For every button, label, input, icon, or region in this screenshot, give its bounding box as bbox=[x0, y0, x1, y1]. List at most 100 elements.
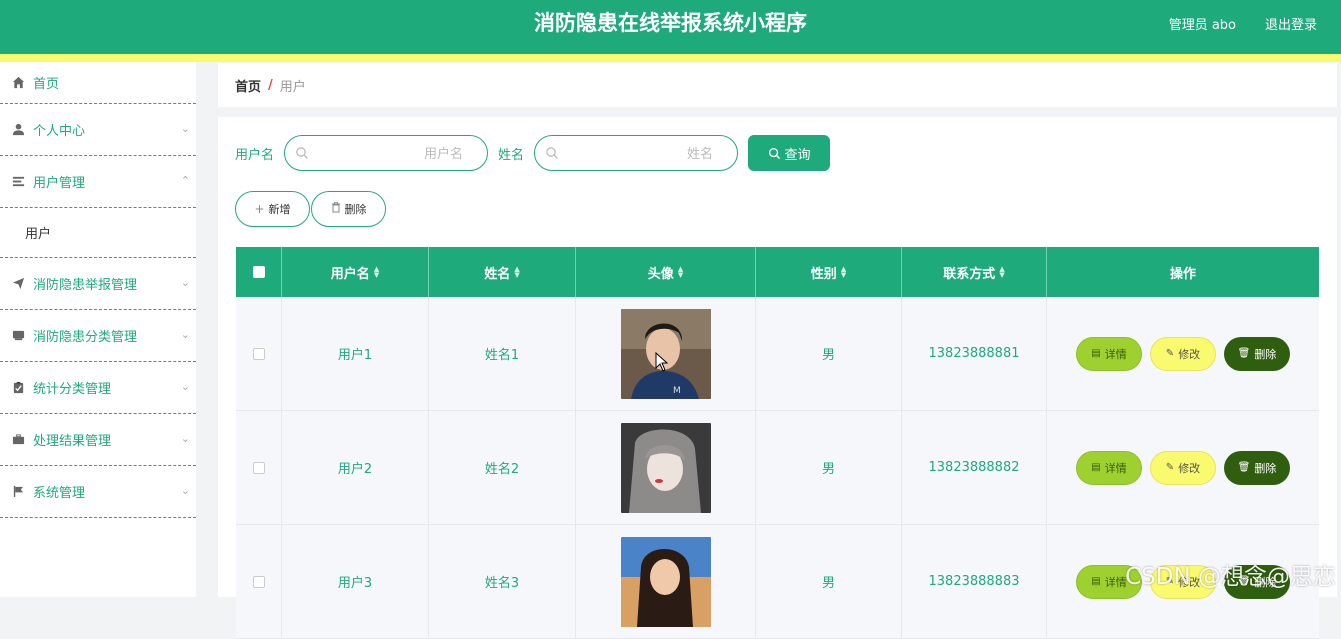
username-cell: 用户3 bbox=[282, 525, 429, 638]
phone-cell: 13823888883 bbox=[902, 525, 1047, 638]
sidebar-item-label: 统计分类管理 bbox=[33, 378, 111, 397]
edit-label: 修改 bbox=[1178, 460, 1200, 476]
column-title: 姓名 bbox=[484, 263, 510, 282]
table-row: 用户1 姓名1 M 男 13823888881 ▤ bbox=[236, 297, 1319, 411]
delete-button[interactable]: 🗑删除 bbox=[1224, 451, 1290, 485]
avatar bbox=[621, 537, 711, 627]
sidebar-item-label: 消防隐患举报管理 bbox=[33, 274, 137, 293]
add-button[interactable]: + 新增 bbox=[235, 191, 310, 227]
sidebar-subitem-users[interactable]: 用户 bbox=[0, 208, 196, 258]
edit-button[interactable]: ✎修改 bbox=[1150, 337, 1216, 371]
search-icon bbox=[295, 145, 309, 164]
phone-cell: 13823888881 bbox=[902, 297, 1047, 410]
name-search-label: 姓名 bbox=[498, 144, 524, 163]
breadcrumb-current: 用户 bbox=[280, 76, 306, 95]
column-header-contact[interactable]: 联系方式 ▲▼ bbox=[902, 247, 1047, 297]
actions-cell: ▤详情 ✎修改 🗑删除 bbox=[1047, 411, 1319, 524]
detail-label: 详情 bbox=[1105, 346, 1127, 362]
top-header: 消防隐患在线举报系统小程序 管理员 abo 退出登录 bbox=[0, 0, 1341, 54]
name-cell: 姓名3 bbox=[429, 525, 576, 638]
name-search-input[interactable] bbox=[565, 136, 713, 170]
breadcrumb-home[interactable]: 首页 bbox=[235, 76, 261, 95]
sidebar-item-hazard-category[interactable]: 消防隐患分类管理 ⌄ bbox=[0, 310, 196, 362]
watermark: CSDN @想念@思恋 bbox=[1125, 557, 1336, 591]
sidebar-item-system-management[interactable]: 系统管理 ⌄ bbox=[0, 466, 196, 518]
column-title: 用户名 bbox=[331, 263, 370, 282]
search-icon bbox=[768, 147, 781, 160]
detail-label: 详情 bbox=[1105, 460, 1127, 476]
column-header-gender[interactable]: 性别 ▲▼ bbox=[756, 247, 902, 297]
flag-icon bbox=[11, 485, 25, 499]
tray-icon bbox=[11, 329, 25, 343]
logout-link[interactable]: 退出登录 bbox=[1265, 14, 1317, 33]
table-row: 用户2 姓名2 男 13823888882 ▤详情 ✎ bbox=[236, 411, 1319, 525]
avatar-cell bbox=[576, 525, 756, 638]
row-select-cell bbox=[236, 411, 282, 524]
trash-icon: 🗑 bbox=[1238, 348, 1251, 359]
column-title: 头像 bbox=[648, 263, 674, 282]
sidebar-item-result-management[interactable]: 处理结果管理 ⌄ bbox=[0, 414, 196, 466]
row-checkbox[interactable] bbox=[253, 576, 265, 588]
actions-cell: ▤详情 ✎修改 🗑删除 bbox=[1047, 297, 1319, 410]
table-header: 用户名 ▲▼ 姓名 ▲▼ 头像 ▲▼ 性别 ▲▼ 联系方式 ▲▼ 操作 bbox=[236, 247, 1319, 297]
name-search-field bbox=[534, 135, 738, 171]
sidebar-item-home[interactable]: 首页 bbox=[0, 62, 196, 104]
breadcrumb-separator: / bbox=[268, 78, 273, 93]
svg-text:M: M bbox=[673, 386, 681, 396]
search-icon bbox=[545, 145, 559, 164]
chevron-down-icon: ⌄ bbox=[181, 484, 190, 497]
column-header-username[interactable]: 用户名 ▲▼ bbox=[282, 247, 429, 297]
sidebar: 首页 个人中心 ⌄ 用户管理 ⌃ 用户 消防隐患举报管理 ⌄ 消防隐患分类管理 … bbox=[0, 62, 196, 597]
query-button[interactable]: 查询 bbox=[748, 135, 830, 171]
trash-icon: 🗑 bbox=[1238, 462, 1251, 473]
sort-icon: ▲▼ bbox=[841, 266, 846, 278]
phone-cell: 13823888882 bbox=[902, 411, 1047, 524]
current-user: 管理员 abo bbox=[1169, 14, 1236, 33]
edit-label: 修改 bbox=[1178, 346, 1200, 362]
plus-icon: + bbox=[254, 202, 264, 216]
sidebar-item-statistics-category[interactable]: 统计分类管理 ⌄ bbox=[0, 362, 196, 414]
add-button-label: 新增 bbox=[269, 201, 291, 217]
name-cell: 姓名2 bbox=[429, 411, 576, 524]
avatar bbox=[621, 423, 711, 513]
mouse-cursor-icon bbox=[655, 352, 669, 376]
sidebar-item-user-management[interactable]: 用户管理 ⌃ bbox=[0, 156, 196, 208]
chevron-down-icon: ⌄ bbox=[181, 276, 190, 289]
column-header-avatar[interactable]: 头像 ▲▼ bbox=[576, 247, 756, 297]
detail-button[interactable]: ▤详情 bbox=[1076, 451, 1142, 485]
person-icon bbox=[11, 123, 25, 137]
breadcrumb: 首页 / 用户 bbox=[218, 63, 1337, 107]
sidebar-item-label: 系统管理 bbox=[33, 482, 85, 501]
sidebar-item-label: 首页 bbox=[33, 73, 59, 92]
chevron-down-icon: ⌄ bbox=[181, 122, 190, 135]
select-all-checkbox[interactable] bbox=[253, 266, 265, 278]
home-icon bbox=[11, 76, 25, 90]
username-search-input[interactable] bbox=[315, 136, 463, 170]
detail-button[interactable]: ▤详情 bbox=[1076, 337, 1142, 371]
username-search-field bbox=[284, 135, 488, 171]
sidebar-item-personal-center[interactable]: 个人中心 ⌄ bbox=[0, 104, 196, 156]
query-button-label: 查询 bbox=[785, 144, 811, 163]
avatar-cell bbox=[576, 411, 756, 524]
delete-button[interactable]: 🗑删除 bbox=[1224, 337, 1290, 371]
detail-label: 详情 bbox=[1105, 574, 1127, 590]
row-select-cell bbox=[236, 525, 282, 638]
chevron-down-icon: ⌄ bbox=[181, 432, 190, 445]
batch-delete-button[interactable]: 删除 bbox=[311, 191, 386, 227]
delete-label: 删除 bbox=[1254, 346, 1276, 362]
row-checkbox[interactable] bbox=[253, 348, 265, 360]
briefcase-icon bbox=[11, 433, 25, 447]
send-icon bbox=[11, 277, 25, 291]
action-bar: + 新增 删除 bbox=[235, 191, 387, 227]
sort-icon: ▲▼ bbox=[678, 266, 683, 278]
username-search-label: 用户名 bbox=[235, 144, 274, 163]
column-header-name[interactable]: 姓名 ▲▼ bbox=[429, 247, 576, 297]
sidebar-item-label: 用户管理 bbox=[33, 172, 85, 191]
document-icon: ▤ bbox=[1091, 576, 1100, 587]
row-checkbox[interactable] bbox=[253, 462, 265, 474]
delete-button-label: 删除 bbox=[345, 201, 367, 217]
clipboard-icon bbox=[11, 381, 25, 395]
sidebar-item-hazard-report[interactable]: 消防隐患举报管理 ⌄ bbox=[0, 258, 196, 310]
edit-button[interactable]: ✎修改 bbox=[1150, 451, 1216, 485]
header-accent-strip bbox=[0, 54, 1341, 62]
